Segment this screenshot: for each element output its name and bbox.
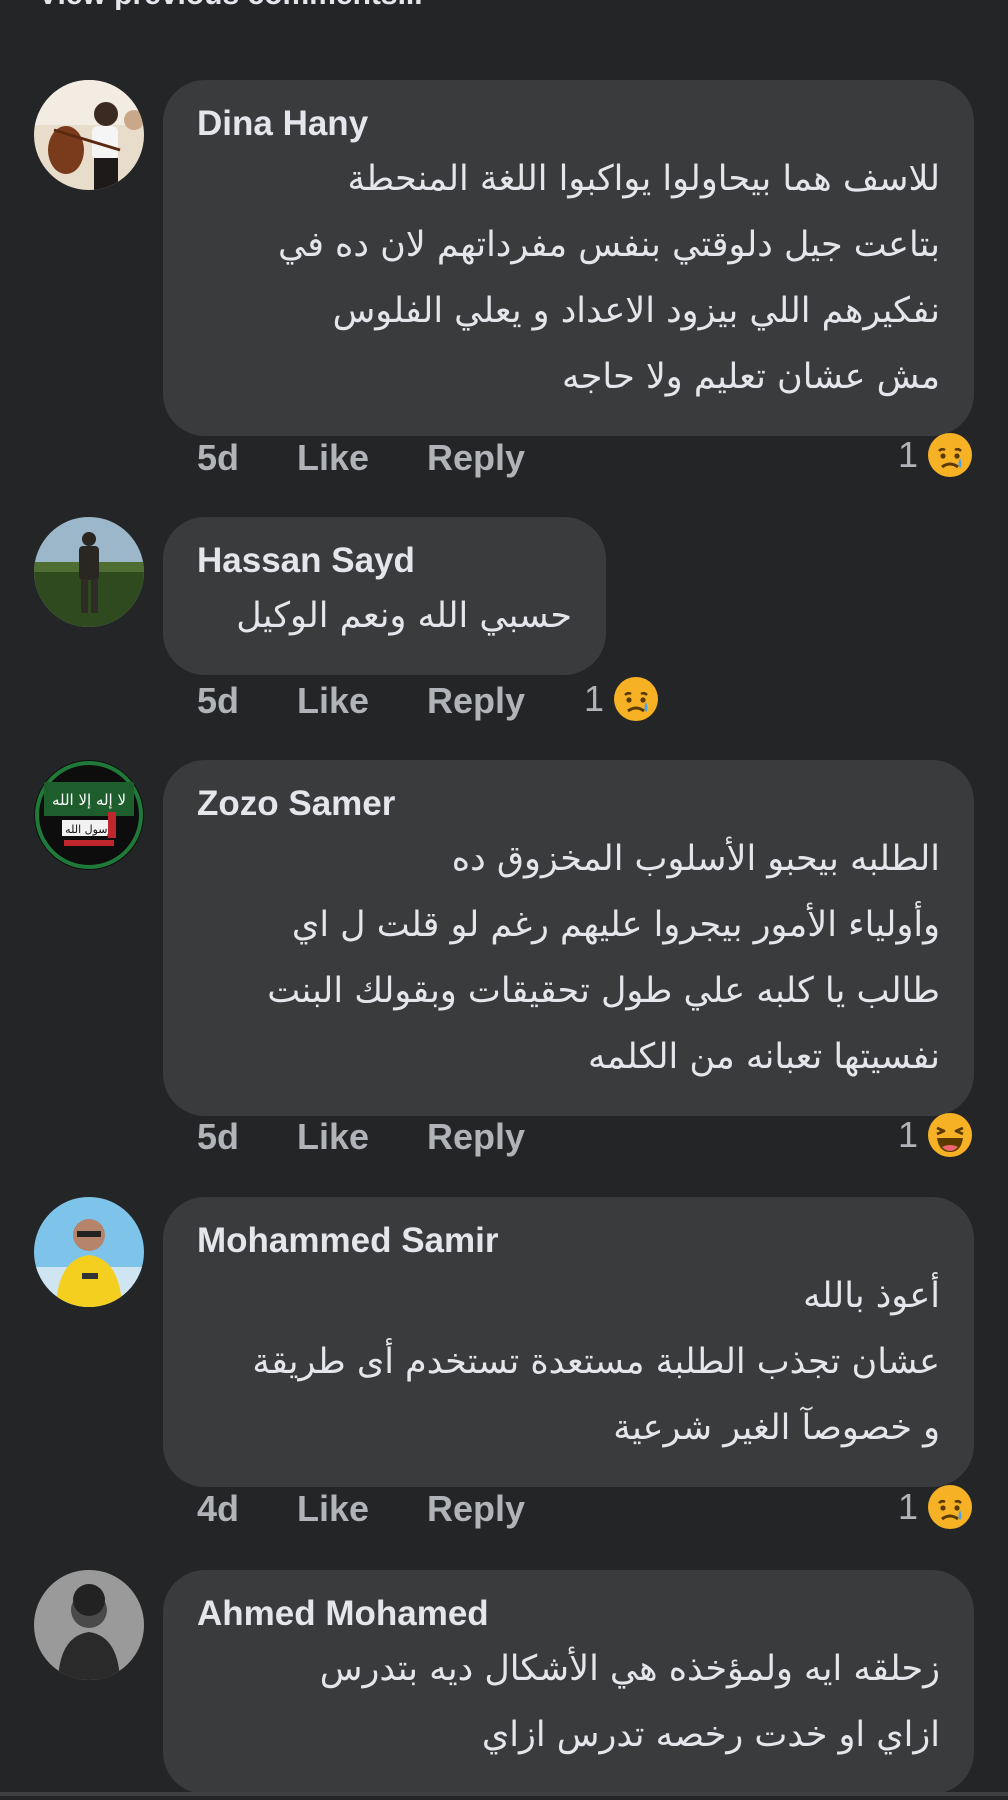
comment-text: للاسف هما بيحاولوا يواكبوا اللغة المنحطة… xyxy=(197,146,940,410)
reply-button[interactable]: Reply xyxy=(427,680,557,722)
comments-page: View previous comments... Dina Hany للاس… xyxy=(0,0,1008,1800)
comment-text: الطلبه بيحبو الأسلوب المخزوق ده وأولياء … xyxy=(197,826,940,1090)
avatar-violinist-icon xyxy=(34,80,144,190)
comment-timestamp[interactable]: 5d xyxy=(197,680,297,722)
avatar[interactable] xyxy=(34,1197,144,1307)
comment-timestamp[interactable]: 5d xyxy=(197,437,297,479)
comment-line: ازاي او خدت رخصه تدرس ازاي xyxy=(481,1715,940,1755)
comment-line: حسبي الله ونعم الوكيل xyxy=(236,596,572,636)
avatar-boy-bw-icon xyxy=(34,1570,144,1680)
comment-timestamp[interactable]: 4d xyxy=(197,1488,297,1530)
comment-line: مش عشان تعليم ولا حاجه xyxy=(562,357,940,397)
comment-actions: 5d Like Reply xyxy=(197,433,557,483)
comment-line: أعوذ بالله xyxy=(803,1276,940,1316)
comment-line: للاسف هما بيحاولوا يواكبوا اللغة المنحطة xyxy=(347,159,940,199)
reaction-count: 1 xyxy=(898,1486,919,1527)
comment-line: وأولياء الأمور بيجروا عليهم رغم لو قلت ل… xyxy=(291,905,940,945)
reaction-summary[interactable]: 1 xyxy=(898,430,974,480)
reply-button[interactable]: Reply xyxy=(427,437,557,479)
like-button[interactable]: Like xyxy=(297,1488,427,1530)
comment-actions: 4d Like Reply xyxy=(197,1484,557,1534)
avatar[interactable] xyxy=(34,517,144,627)
avatar-text: رسول الله xyxy=(65,823,113,836)
like-button[interactable]: Like xyxy=(297,680,427,722)
reaction-count: 1 xyxy=(898,434,919,475)
comment-actions: 5d Like Reply xyxy=(197,676,557,726)
comment-timestamp[interactable]: 5d xyxy=(197,1116,297,1158)
comment-bubble: Zozo Samer الطلبه بيحبو الأسلوب المخزوق … xyxy=(163,760,974,1116)
comment-author[interactable]: Zozo Samer xyxy=(197,782,940,826)
avatar-man-yellow-shirt-icon xyxy=(34,1197,144,1307)
comment-bubble: Dina Hany للاسف هما بيحاولوا يواكبوا الل… xyxy=(163,80,974,436)
comment-author[interactable]: Dina Hany xyxy=(197,102,940,146)
avatar-text: لا إله إلا الله xyxy=(52,791,126,809)
comment-line: زحلقه ايه ولمؤخذه هي الأشكال ديه بتدرس xyxy=(319,1649,940,1689)
comment-line: عشان تجذب الطلبة مستعدة تستخدم أى طريقة xyxy=(252,1342,940,1382)
sad-emoji-icon xyxy=(614,677,659,721)
reply-button[interactable]: Reply xyxy=(427,1116,557,1158)
comment-bubble: Ahmed Mohamed زحلقه ايه ولمؤخذه هي الأشك… xyxy=(163,1570,974,1794)
reaction-summary[interactable]: 1 xyxy=(584,674,660,724)
like-button[interactable]: Like xyxy=(297,437,427,479)
comment-author[interactable]: Ahmed Mohamed xyxy=(197,1592,940,1636)
avatar[interactable]: لا إله إلا الله رسول الله xyxy=(34,760,144,870)
avatar[interactable] xyxy=(34,1570,144,1680)
sad-emoji-icon xyxy=(928,433,973,477)
comment-text: أعوذ بالله عشان تجذب الطلبة مستعدة تستخد… xyxy=(197,1263,940,1461)
comment-author[interactable]: Mohammed Samir xyxy=(197,1219,940,1263)
avatar-flag-icon: لا إله إلا الله رسول الله xyxy=(34,760,144,870)
reaction-summary[interactable]: 1 xyxy=(898,1110,974,1160)
comment-line: نفسيتها تعبانه من الكلمه xyxy=(587,1037,940,1077)
reaction-summary[interactable]: 1 xyxy=(898,1482,974,1532)
comment-line: الطلبه بيحبو الأسلوب المخزوق ده xyxy=(451,839,940,879)
reaction-count: 1 xyxy=(584,678,605,719)
view-previous-comments-link[interactable]: View previous comments... xyxy=(38,0,423,12)
comment-author[interactable]: Hassan Sayd xyxy=(197,539,572,583)
comment-line: و خصوصآ الغير شرعية xyxy=(613,1408,940,1448)
avatar[interactable] xyxy=(34,80,144,190)
sad-emoji-icon xyxy=(928,1485,973,1529)
comment-text: زحلقه ايه ولمؤخذه هي الأشكال ديه بتدرس ا… xyxy=(197,1636,940,1768)
laughing-emoji-icon xyxy=(928,1113,973,1157)
comment-text: حسبي الله ونعم الوكيل xyxy=(197,583,572,649)
comment-bubble: Hassan Sayd حسبي الله ونعم الوكيل xyxy=(163,517,606,675)
comment-line: طالب يا كلبه علي طول تحقيقات وبقولك البن… xyxy=(267,971,940,1011)
divider xyxy=(0,1792,1008,1796)
like-button[interactable]: Like xyxy=(297,1116,427,1158)
comment-bubble: Mohammed Samir أعوذ بالله عشان تجذب الطل… xyxy=(163,1197,974,1487)
reaction-count: 1 xyxy=(898,1114,919,1155)
comment-line: بتاعت جيل دلوقتي بنفس مفرداتهم لان ده في xyxy=(278,225,940,265)
reply-button[interactable]: Reply xyxy=(427,1488,557,1530)
avatar-man-field-icon xyxy=(34,517,144,627)
comment-actions: 5d Like Reply xyxy=(197,1112,557,1162)
comment-line: نفكيرهم اللي بيزود الاعداد و يعلي الفلوس xyxy=(332,291,940,331)
